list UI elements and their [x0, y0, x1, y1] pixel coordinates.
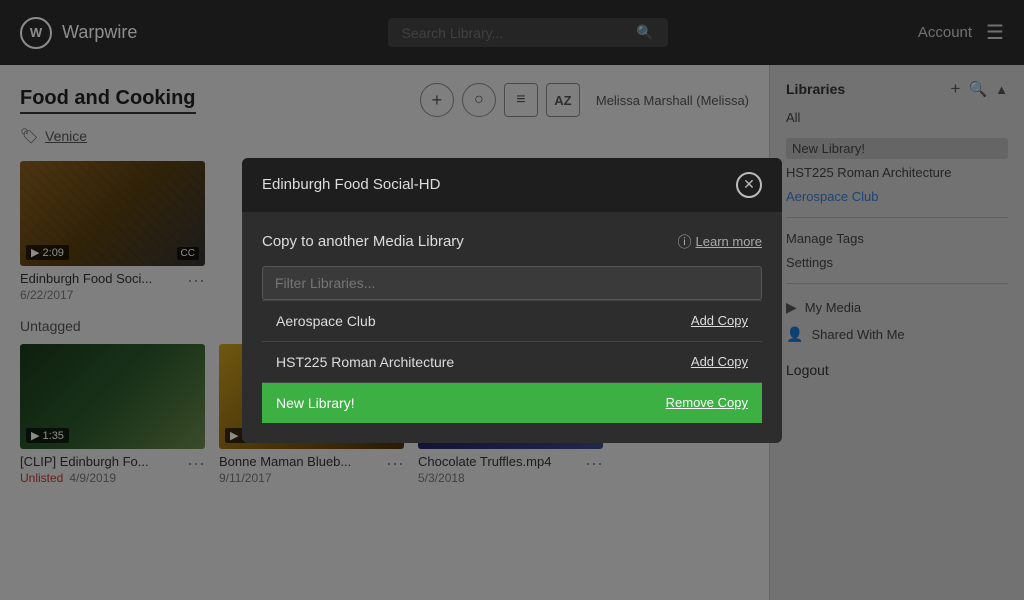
add-copy-aerospace-button[interactable]: Add Copy: [691, 313, 748, 328]
library-row-new: New Library! Remove Copy: [262, 382, 762, 423]
modal-title: Edinburgh Food Social-HD: [262, 176, 440, 193]
library-name: Aerospace Club: [276, 313, 376, 329]
library-name-active: New Library!: [276, 395, 355, 411]
learn-more-link[interactable]: ⓘ Learn more: [678, 232, 762, 252]
modal-body: Copy to another Media Library ⓘ Learn mo…: [242, 212, 782, 443]
modal-close-button[interactable]: ✕: [736, 172, 762, 198]
help-icon: ⓘ: [678, 232, 692, 252]
remove-copy-button[interactable]: Remove Copy: [666, 395, 748, 410]
learn-more-text[interactable]: Learn more: [696, 234, 762, 249]
modal-overlay: Edinburgh Food Social-HD ✕ Copy to anoth…: [0, 0, 1024, 600]
library-name: HST225 Roman Architecture: [276, 354, 454, 370]
modal-header: Edinburgh Food Social-HD ✕: [242, 158, 782, 212]
modal-copy-title: Copy to another Media Library: [262, 233, 464, 250]
library-row-aerospace: Aerospace Club Add Copy: [262, 300, 762, 341]
modal: Edinburgh Food Social-HD ✕ Copy to anoth…: [242, 158, 782, 443]
library-list: Aerospace Club Add Copy HST225 Roman Arc…: [262, 300, 762, 423]
add-copy-hst-button[interactable]: Add Copy: [691, 354, 748, 369]
filter-libraries-input[interactable]: [262, 266, 762, 300]
library-row-hst: HST225 Roman Architecture Add Copy: [262, 341, 762, 382]
